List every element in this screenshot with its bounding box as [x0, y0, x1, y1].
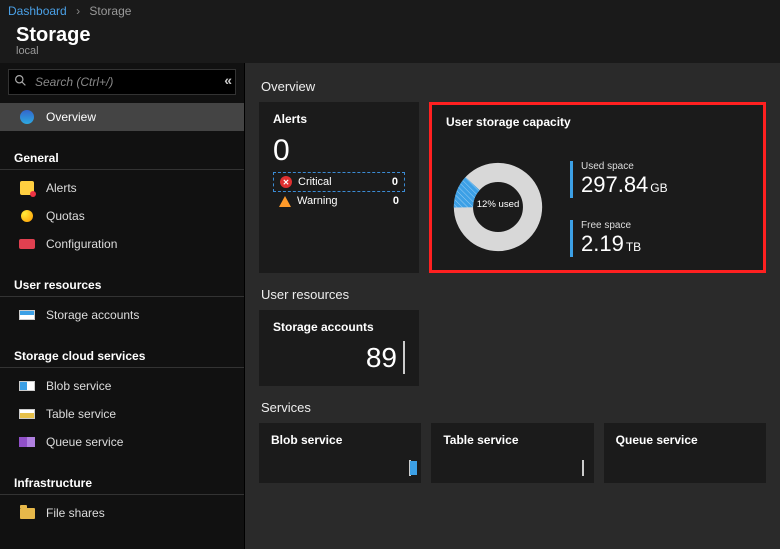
section-title-user-resources: User resources	[261, 287, 766, 302]
service-card-blob-title: Blob service	[271, 433, 409, 447]
sidebar-item-label: Blob service	[46, 379, 111, 393]
sidebar-item-label: File shares	[46, 506, 105, 520]
breadcrumb-root[interactable]: Dashboard	[8, 4, 67, 18]
alerts-critical-label: Critical	[298, 176, 382, 188]
folder-icon	[18, 505, 36, 521]
alerts-row-critical[interactable]: ✕ Critical 0	[273, 172, 405, 192]
collapse-sidebar-button[interactable]: «	[224, 72, 232, 88]
sidebar-section-storage-cloud-services: Storage cloud services	[0, 339, 244, 368]
storage-accounts-card-title: Storage accounts	[273, 320, 405, 334]
alerts-card-title: Alerts	[273, 112, 405, 126]
alerts-critical-value: 0	[392, 176, 398, 188]
storage-accounts-card[interactable]: Storage accounts 89	[259, 310, 419, 386]
breadcrumb-current: Storage	[89, 4, 131, 18]
alerts-total: 0	[273, 134, 405, 168]
breadcrumb: Dashboard › Storage	[0, 0, 780, 22]
sidebar-item-blob-service[interactable]: Blob service	[0, 372, 244, 400]
capacity-free-space: Free space 2.19TB	[570, 220, 668, 257]
service-card-table-title: Table service	[443, 433, 581, 447]
sidebar-item-quotas[interactable]: Quotas	[0, 202, 244, 230]
search-icon	[14, 74, 27, 90]
sidebar-item-label: Storage accounts	[46, 308, 139, 322]
capacity-used-percent: 12% used	[477, 199, 520, 210]
search-input[interactable]	[8, 69, 236, 95]
storage-accounts-value: 89	[366, 342, 397, 374]
free-space-value: 2.19	[581, 231, 624, 256]
content-area: Overview Alerts 0 ✕ Critical 0 Warning 0	[245, 63, 780, 549]
sidebar-item-configuration[interactable]: Configuration	[0, 230, 244, 258]
capacity-card-title: User storage capacity	[446, 115, 749, 129]
configuration-icon	[18, 236, 36, 252]
breadcrumb-separator: ›	[76, 4, 80, 18]
table-service-icon	[18, 406, 36, 422]
sidebar-item-label: Quotas	[46, 209, 85, 223]
critical-icon: ✕	[280, 176, 292, 188]
sidebar-item-storage-accounts[interactable]: Storage accounts	[0, 301, 244, 329]
section-title-services: Services	[261, 400, 766, 415]
sidebar-item-label: Configuration	[46, 237, 117, 251]
sidebar-item-label: Alerts	[46, 181, 77, 195]
queue-service-icon	[18, 434, 36, 450]
sidebar-item-label: Table service	[46, 407, 116, 421]
alerts-icon	[18, 180, 36, 196]
used-space-value: 297.84	[581, 172, 648, 197]
sidebar-item-alerts[interactable]: Alerts	[0, 174, 244, 202]
sidebar: « Overview General Alerts Quotas Configu…	[0, 63, 245, 549]
blob-service-icon	[409, 461, 411, 475]
sidebar-item-file-shares[interactable]: File shares	[0, 499, 244, 527]
page-scope: local	[16, 45, 772, 57]
sidebar-section-user-resources: User resources	[0, 268, 244, 297]
service-card-table[interactable]: Table service	[431, 423, 593, 483]
sidebar-item-overview[interactable]: Overview	[0, 103, 244, 131]
page-header: Storage local	[0, 22, 780, 63]
overview-icon	[18, 109, 36, 125]
sidebar-section-general: General	[0, 141, 244, 170]
sidebar-item-label: Overview	[46, 110, 96, 124]
service-card-blob[interactable]: Blob service	[259, 423, 421, 483]
storage-accounts-icon	[403, 342, 405, 374]
service-card-queue-title: Queue service	[616, 433, 754, 447]
alerts-card[interactable]: Alerts 0 ✕ Critical 0 Warning 0	[259, 102, 419, 273]
section-title-overview: Overview	[261, 79, 766, 94]
alerts-warning-label: Warning	[297, 195, 383, 207]
free-space-label: Free space	[581, 220, 668, 231]
sidebar-item-queue-service[interactable]: Queue service	[0, 428, 244, 456]
used-space-label: Used space	[581, 161, 668, 172]
alerts-row-warning[interactable]: Warning 0	[273, 192, 405, 210]
sidebar-item-label: Queue service	[46, 435, 123, 449]
service-card-queue[interactable]: Queue service	[604, 423, 766, 483]
storage-accounts-icon	[18, 307, 36, 323]
blob-service-icon	[18, 378, 36, 394]
capacity-used-space: Used space 297.84GB	[570, 161, 668, 198]
page-title: Storage	[16, 24, 772, 47]
sidebar-section-infrastructure: Infrastructure	[0, 466, 244, 495]
warning-icon	[279, 196, 291, 207]
table-service-icon	[582, 461, 584, 475]
quotas-icon	[18, 208, 36, 224]
capacity-donut-chart: 12% used	[450, 159, 546, 258]
alerts-warning-value: 0	[393, 195, 399, 207]
sidebar-item-table-service[interactable]: Table service	[0, 400, 244, 428]
free-space-unit: TB	[626, 240, 641, 254]
used-space-unit: GB	[650, 181, 667, 195]
user-storage-capacity-card[interactable]: User storage capacity 12% used	[429, 102, 766, 273]
